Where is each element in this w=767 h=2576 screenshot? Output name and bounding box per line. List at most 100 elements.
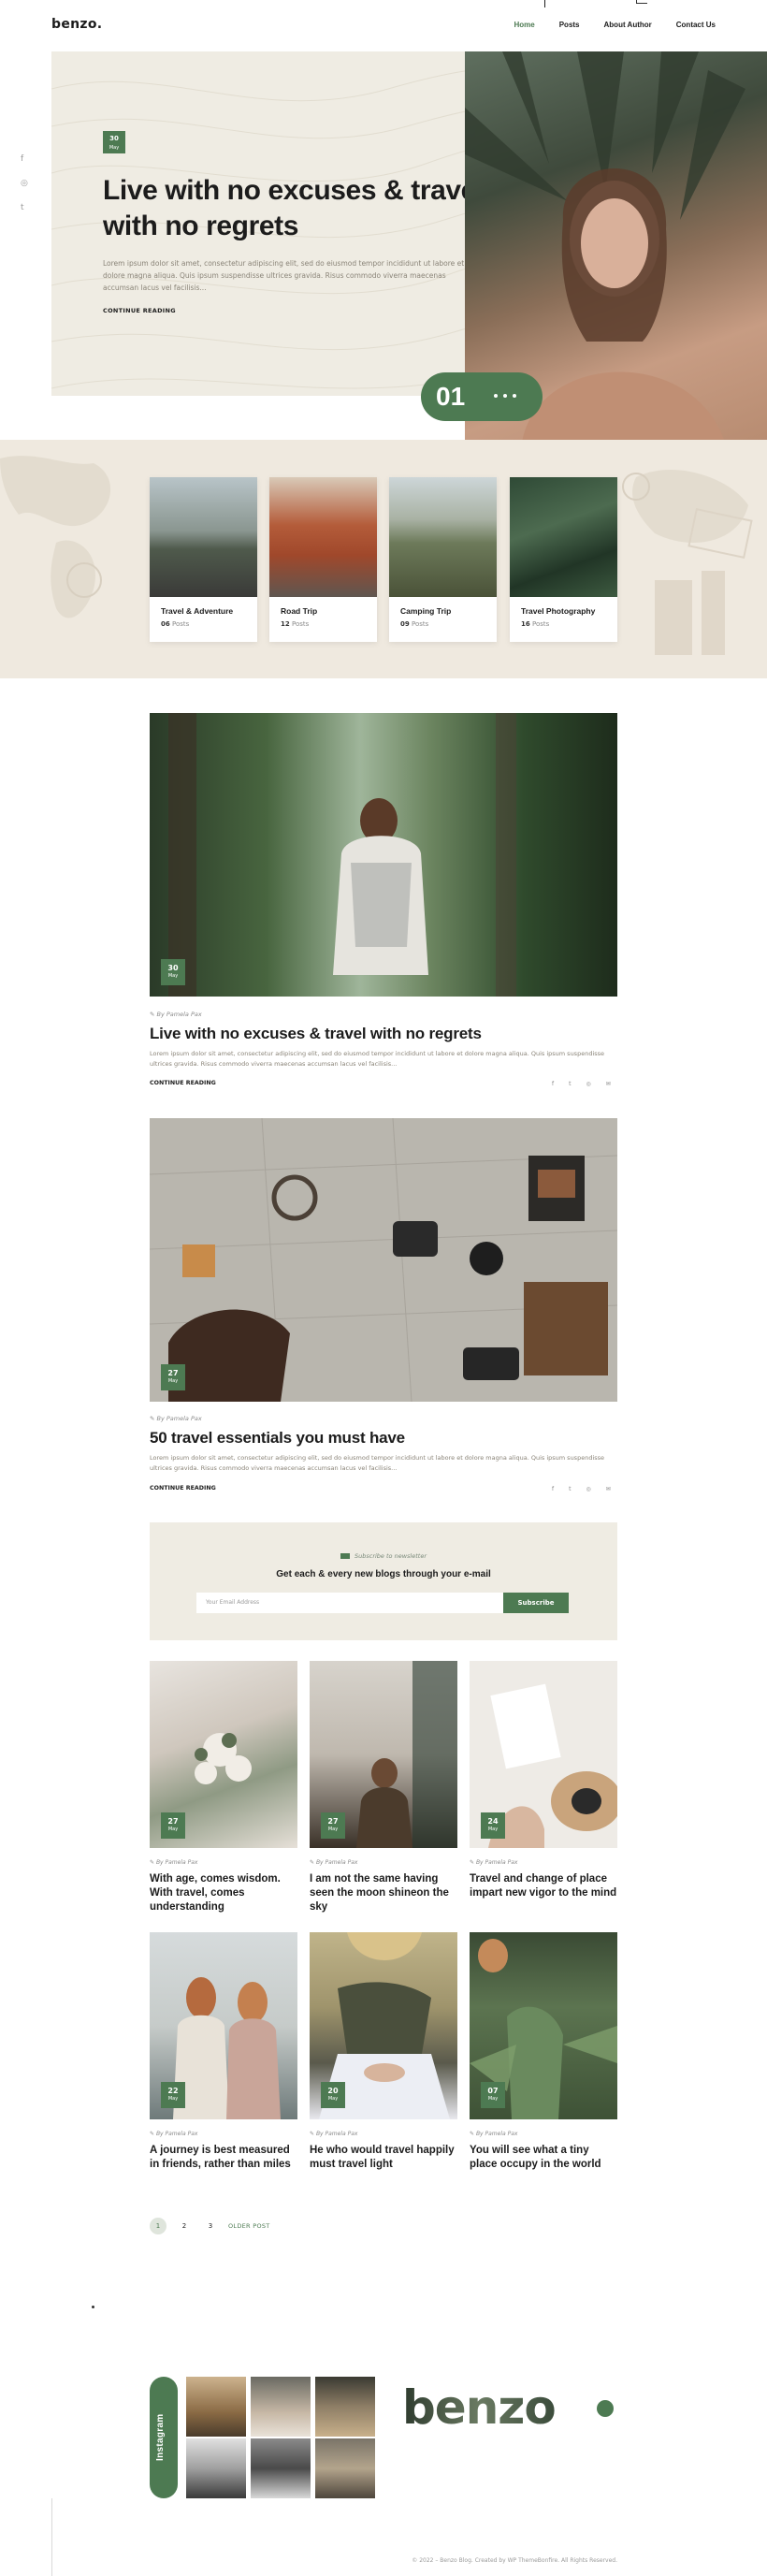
- social-sidebar: f ◎ t: [21, 154, 28, 212]
- post-title[interactable]: A journey is best measured in friends, r…: [150, 2144, 299, 2172]
- category-image: [389, 477, 497, 597]
- category-image: [150, 477, 257, 597]
- slide-number: 01: [436, 382, 466, 411]
- hero-title[interactable]: Live with no excuses & travel with no re…: [103, 173, 496, 244]
- newsletter-label: Subscribe to newsletter: [150, 1552, 617, 1560]
- post-title[interactable]: He who would travel happily must travel …: [310, 2144, 459, 2172]
- footer-logo[interactable]: benzo: [402, 2380, 557, 2435]
- post-date-badge: 22 May: [161, 2082, 185, 2108]
- decor-corner: [636, 0, 647, 4]
- instagram-icon[interactable]: ◎: [586, 1081, 590, 1087]
- hero-slider-control[interactable]: 01: [421, 372, 543, 421]
- category-image: [269, 477, 377, 597]
- category-name: Road Trip: [281, 606, 318, 616]
- post-author[interactable]: ✎ By Pamela Pax: [470, 1859, 517, 1866]
- older-posts-link[interactable]: OLDER POST: [228, 2222, 270, 2230]
- newsletter-title: Get each & every new blogs through your …: [276, 1569, 491, 1579]
- slider-dots[interactable]: [494, 394, 516, 398]
- site-logo[interactable]: benzo.: [51, 17, 102, 32]
- newsletter-section: Subscribe to newsletter Get each & every…: [150, 1522, 617, 1640]
- post-date-badge: 07 May: [481, 2082, 505, 2108]
- category-count: 16 Posts: [521, 620, 550, 628]
- post-author[interactable]: ✎ By Pamela Pax: [150, 1011, 202, 1018]
- scroll-dot: [92, 2306, 94, 2308]
- instagram-icon[interactable]: ◎: [21, 179, 28, 188]
- footer-divider: [51, 2498, 52, 2576]
- main-nav: Home Posts About Author Contact Us: [514, 21, 716, 29]
- mail-icon[interactable]: ✉: [606, 1081, 611, 1087]
- post-date-badge: 24 May: [481, 1812, 505, 1839]
- category-card-travel-photography[interactable]: Travel Photography 16 Posts: [510, 477, 617, 642]
- facebook-icon[interactable]: f: [552, 1486, 554, 1492]
- category-card-road-trip[interactable]: Road Trip 12 Posts: [269, 477, 377, 642]
- post-title[interactable]: Live with no excuses & travel with no re…: [150, 1025, 482, 1043]
- post-image[interactable]: [150, 713, 617, 997]
- categories-section: [0, 440, 767, 678]
- copyright-text: © 2022 – Benzo Blog. Created by WP Theme…: [412, 2557, 617, 2564]
- post-share: f t ◎ ✉: [552, 1081, 611, 1087]
- post-author[interactable]: ✎ By Pamela Pax: [150, 1415, 202, 1422]
- post-date-badge: 20 May: [321, 2082, 345, 2108]
- nav-home[interactable]: Home: [514, 21, 534, 29]
- post-image-art: [168, 713, 516, 997]
- instagram-tile[interactable]: [315, 2377, 375, 2437]
- post-title[interactable]: You will see what a tiny place occupy in…: [470, 2144, 619, 2172]
- post-author[interactable]: ✎ By Pamela Pax: [470, 2131, 517, 2137]
- instagram-tile[interactable]: [315, 2438, 375, 2498]
- hero-excerpt: Lorem ipsum dolor sit amet, consectetur …: [103, 259, 465, 292]
- nav-about-author[interactable]: About Author: [604, 21, 652, 29]
- instagram-tile[interactable]: [186, 2377, 246, 2437]
- twitter-icon[interactable]: t: [569, 1486, 571, 1492]
- post-share: f t ◎ ✉: [552, 1486, 611, 1492]
- post-date-badge: 27 May: [161, 1812, 185, 1839]
- post-author[interactable]: ✎ By Pamela Pax: [310, 2131, 357, 2137]
- post-date-badge: 27 May: [161, 1364, 185, 1390]
- post-excerpt: Lorem ipsum dolor sit amet, consectetur …: [150, 1454, 605, 1472]
- world-map-decor: [0, 456, 753, 655]
- category-count: 09 Posts: [400, 620, 429, 628]
- post-title[interactable]: Travel and change of place impart new vi…: [470, 1872, 619, 1900]
- post-title[interactable]: 50 travel essentials you must have: [150, 1429, 405, 1448]
- footer-logo-dot: [597, 2400, 614, 2417]
- post-continue-reading[interactable]: CONTINUE READING: [150, 1080, 216, 1086]
- instagram-icon[interactable]: ◎: [586, 1486, 590, 1492]
- instagram-tile[interactable]: [251, 2438, 311, 2498]
- category-count: 06 Posts: [161, 620, 190, 628]
- mail-icon[interactable]: ✉: [606, 1486, 611, 1492]
- subscribe-button[interactable]: Subscribe: [503, 1593, 569, 1613]
- post-title[interactable]: With age, comes wisdom. With travel, com…: [150, 1872, 299, 1914]
- category-name: Camping Trip: [400, 606, 452, 616]
- post-image[interactable]: [150, 1118, 617, 1402]
- mail-icon: [340, 1553, 350, 1559]
- post-image-art: [150, 1118, 617, 1402]
- pagination: 1 2 3 OLDER POST: [150, 2218, 270, 2234]
- post-author[interactable]: ✎ By Pamela Pax: [310, 1859, 357, 1866]
- nav-contact-us[interactable]: Contact Us: [676, 21, 716, 29]
- newsletter-email-input[interactable]: Your Email Address: [196, 1593, 505, 1613]
- nav-posts[interactable]: Posts: [559, 21, 580, 29]
- category-count: 12 Posts: [281, 620, 310, 628]
- post-author[interactable]: ✎ By Pamela Pax: [150, 1859, 197, 1866]
- category-card-camping-trip[interactable]: Camping Trip 09 Posts: [389, 477, 497, 642]
- post-continue-reading[interactable]: CONTINUE READING: [150, 1485, 216, 1492]
- hero-continue-reading[interactable]: CONTINUE READING: [103, 307, 176, 314]
- page-1[interactable]: 1: [150, 2218, 166, 2234]
- page-3[interactable]: 3: [202, 2218, 219, 2234]
- twitter-icon[interactable]: t: [569, 1081, 571, 1087]
- facebook-icon[interactable]: f: [21, 154, 28, 164]
- twitter-icon[interactable]: t: [21, 203, 28, 212]
- instagram-tile[interactable]: [186, 2438, 246, 2498]
- category-image: [510, 477, 617, 597]
- instagram-label[interactable]: Instagram: [150, 2377, 178, 2498]
- page-2[interactable]: 2: [176, 2218, 193, 2234]
- post-author[interactable]: ✎ By Pamela Pax: [150, 2131, 197, 2137]
- nav-active-indicator: [544, 0, 545, 7]
- instagram-tile[interactable]: [251, 2377, 311, 2437]
- post-date-badge: 27 May: [321, 1812, 345, 1839]
- post-title[interactable]: I am not the same having seen the moon s…: [310, 1872, 459, 1914]
- hero-date-badge: 30 May: [103, 131, 125, 153]
- category-card-travel-adventure[interactable]: Travel & Adventure 06 Posts: [150, 477, 257, 642]
- site-header: benzo. Home Posts About Author Contact U…: [0, 0, 767, 49]
- facebook-icon[interactable]: f: [552, 1081, 554, 1087]
- category-name: Travel & Adventure: [161, 606, 234, 616]
